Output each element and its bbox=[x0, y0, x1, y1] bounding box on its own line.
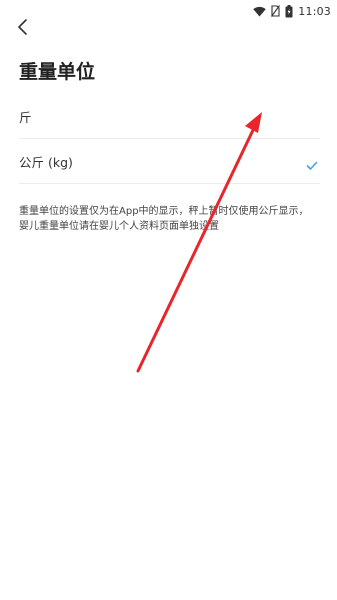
chevron-left-icon bbox=[16, 18, 28, 40]
status-time: 11:03 bbox=[298, 4, 331, 18]
weight-unit-note: 重量单位的设置仅为在App中的显示，秤上暂时仅使用公斤显示，婴儿重量单位请在婴儿… bbox=[19, 206, 309, 232]
check-icon bbox=[306, 156, 318, 170]
no-sim-icon bbox=[271, 5, 281, 17]
wifi-icon bbox=[253, 6, 266, 17]
option-jin[interactable]: 斤 bbox=[19, 94, 320, 139]
page-title: 重量单位 bbox=[19, 61, 96, 83]
option-label: 公斤 (kg) bbox=[19, 154, 73, 170]
annotation-arrow bbox=[136, 112, 262, 373]
option-label: 斤 bbox=[19, 109, 32, 125]
status-bar: 11:03 bbox=[0, 0, 337, 22]
back-button[interactable] bbox=[8, 15, 36, 43]
weight-unit-options: 斤 公斤 (kg) bbox=[19, 94, 320, 184]
status-icons: 11:03 bbox=[253, 3, 331, 19]
option-kg[interactable]: 公斤 (kg) bbox=[19, 139, 320, 184]
battery-charging-icon bbox=[285, 4, 293, 18]
